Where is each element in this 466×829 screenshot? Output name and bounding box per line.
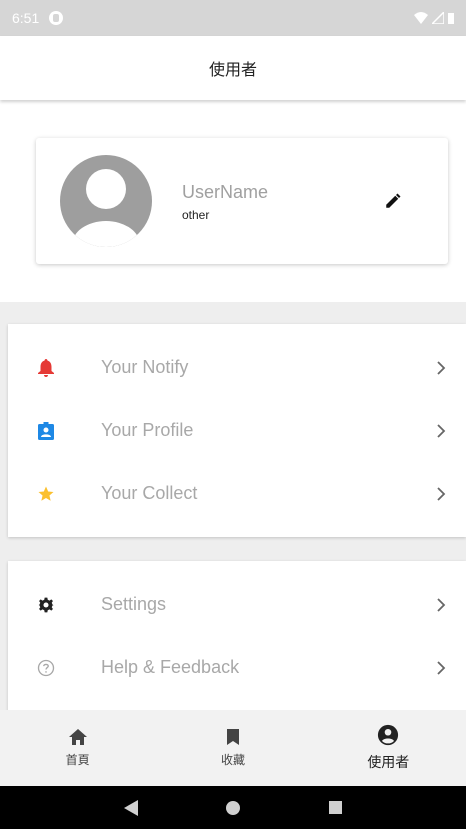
menu-card-primary: Your Notify Your Profile Your Collect — [8, 324, 466, 537]
avatar-person-icon — [72, 169, 140, 247]
menu-label-help: Help & Feedback — [101, 657, 240, 677]
system-navigation-bar — [0, 786, 466, 829]
menu-label-settings: Settings — [101, 594, 167, 614]
nav-user[interactable]: 使用者 — [311, 710, 466, 786]
gear-icon — [36, 595, 56, 615]
menu-card-secondary: Settings Help & Feedback — [8, 561, 466, 710]
account-circle-icon — [378, 724, 399, 746]
status-bar: 6:51 — [0, 0, 466, 36]
menu-item-profile[interactable]: Your Profile — [8, 399, 466, 462]
nav-home-label: 首頁 — [65, 752, 90, 767]
chevron-right-icon — [437, 597, 446, 612]
back-icon[interactable] — [124, 799, 139, 816]
nav-collect[interactable]: 收藏 — [155, 710, 310, 786]
avatar[interactable] — [60, 155, 152, 247]
chevron-right-icon — [437, 423, 446, 438]
signal-icon — [432, 12, 444, 24]
chevron-right-icon — [437, 486, 446, 501]
bottom-navigation: 首頁 收藏 使用者 — [0, 710, 466, 786]
wifi-icon — [414, 12, 428, 24]
chevron-right-icon — [437, 360, 446, 375]
menu-label-profile: Your Profile — [101, 420, 194, 440]
menu-label-collect: Your Collect — [101, 483, 198, 503]
menu-item-collect[interactable]: Your Collect — [8, 462, 466, 525]
home-circle-icon[interactable] — [226, 800, 241, 815]
profile-card[interactable]: UserName other — [36, 138, 448, 264]
nav-collect-label: 收藏 — [220, 752, 245, 767]
page-title: 使用者 — [208, 62, 257, 79]
menu-item-help[interactable]: Help & Feedback — [8, 636, 466, 699]
help-icon — [36, 658, 56, 678]
status-time: 6:51 — [12, 10, 40, 26]
chevron-right-icon — [437, 660, 446, 675]
menu-label-notify: Your Notify — [101, 357, 189, 377]
menu-item-notify[interactable]: Your Notify — [8, 336, 466, 399]
edit-icon[interactable] — [384, 192, 402, 210]
menu-item-settings[interactable]: Settings — [8, 573, 466, 636]
status-icons — [414, 12, 454, 24]
home-icon — [68, 728, 87, 745]
profile-section: UserName other — [0, 100, 466, 302]
star-icon — [36, 484, 56, 504]
username: UserName — [182, 182, 269, 202]
badge-icon — [36, 421, 56, 441]
app-bar: 使用者 — [0, 36, 466, 100]
recents-icon[interactable] — [328, 801, 342, 814]
notification-icon — [49, 11, 64, 25]
nav-home[interactable]: 首頁 — [0, 710, 155, 786]
nav-user-label: 使用者 — [367, 754, 410, 770]
user-subtitle: other — [182, 208, 210, 222]
battery-icon — [448, 13, 454, 24]
content-area: UserName other Your Notify Your Profile — [0, 100, 466, 710]
bookmark-icon — [226, 728, 239, 745]
bell-icon — [36, 358, 56, 378]
